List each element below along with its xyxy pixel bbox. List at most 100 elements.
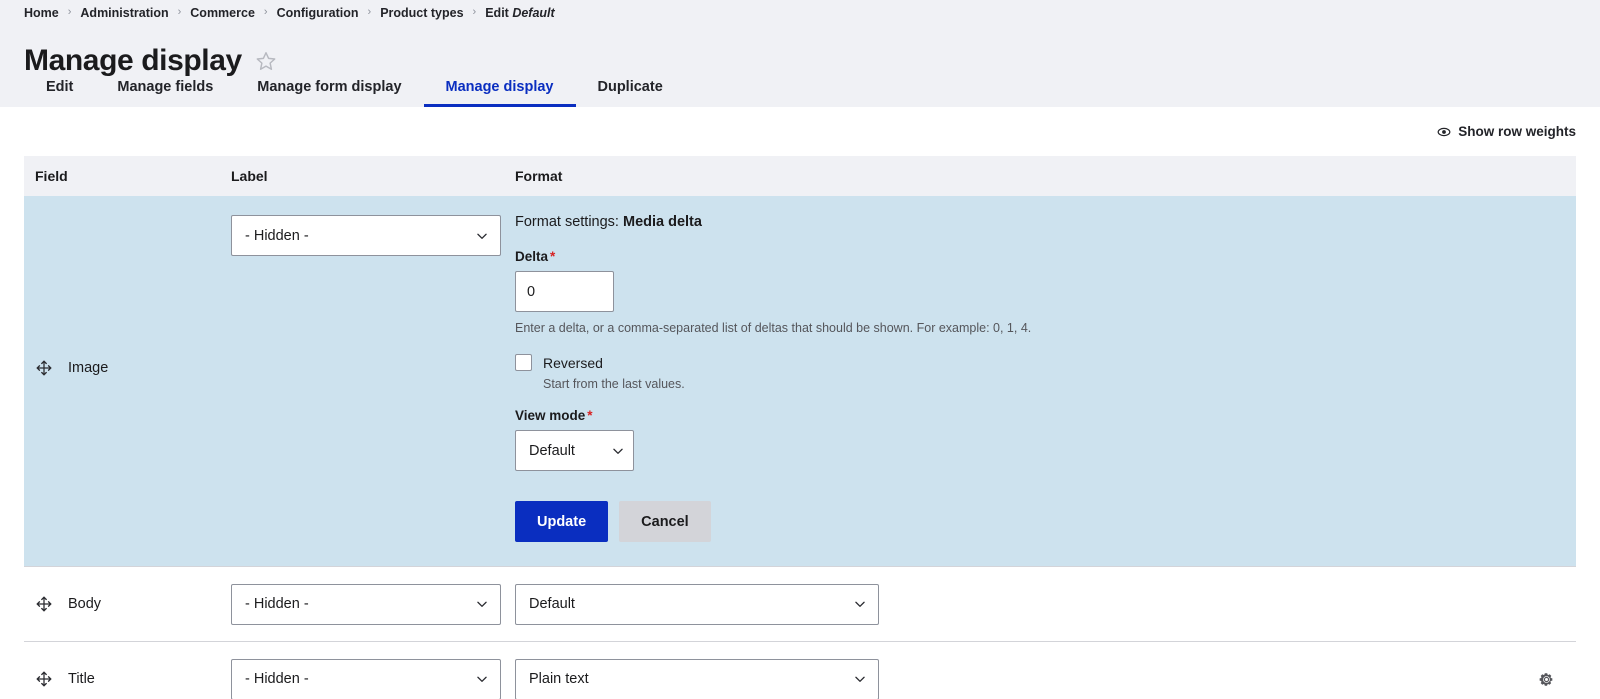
move-icon[interactable]: [35, 670, 53, 688]
field-label-title: Title: [68, 671, 95, 687]
breadcrumb-separator-icon: ›: [177, 6, 182, 18]
primary-tabs: Edit Manage fields Manage form display M…: [0, 64, 1600, 107]
page-header: Home › Administration › Commerce › Confi…: [0, 0, 1600, 107]
reversed-description: Start from the last values.: [543, 377, 685, 391]
chevron-down-icon: [475, 229, 489, 243]
label-select-value-image: - Hidden -: [245, 227, 309, 244]
breadcrumb-separator-icon: ›: [472, 6, 477, 18]
gear-icon[interactable]: [1538, 671, 1555, 688]
format-select-value-title: Plain text: [529, 671, 589, 687]
format-cell-title: Plain text: [515, 641, 1576, 699]
tab-manage-display[interactable]: Manage display: [423, 79, 576, 107]
breadcrumb-item-configuration[interactable]: Configuration: [277, 6, 359, 20]
breadcrumb-separator-icon: ›: [367, 6, 372, 18]
row-weights-toolbar: Show row weights: [24, 107, 1576, 156]
label-select-value-body: - Hidden -: [245, 596, 309, 612]
view-mode-field-label: View mode *: [515, 408, 1576, 423]
column-header-label: Label: [231, 156, 515, 196]
breadcrumb-item-home[interactable]: Home: [24, 6, 59, 20]
field-cell-body: Body: [24, 566, 231, 642]
chevron-down-icon: [475, 597, 489, 611]
update-button[interactable]: Update: [515, 501, 609, 542]
format-settings-button-title[interactable]: [1538, 671, 1576, 688]
reversed-checkbox-label[interactable]: Reversed: [543, 355, 603, 371]
required-marker-icon: *: [587, 408, 593, 423]
tab-manage-form-display[interactable]: Manage form display: [235, 79, 423, 107]
tab-manage-fields[interactable]: Manage fields: [95, 79, 235, 107]
label-select-image[interactable]: - Hidden -: [231, 215, 501, 256]
breadcrumb-edit-emphasis: Default: [512, 6, 555, 20]
table-row-title: Title - Hidden - Plain text: [24, 641, 1576, 699]
field-name-title-wrap: Title: [24, 642, 231, 699]
format-settings-heading-value: Media delta: [622, 214, 702, 230]
breadcrumb-separator-icon: ›: [67, 6, 72, 18]
breadcrumb-separator-icon: ›: [263, 6, 268, 18]
table-row-image: Image - Hidden - Format settings: Media …: [24, 196, 1576, 567]
label-select-body-wrap: - Hidden -: [231, 567, 515, 641]
delta-description: Enter a delta, or a comma-separated list…: [515, 321, 1032, 335]
cancel-button[interactable]: Cancel: [619, 501, 711, 542]
chevron-down-icon: [475, 672, 489, 686]
move-icon[interactable]: [35, 359, 53, 377]
view-mode-block: View mode * Default: [515, 408, 1576, 471]
reversed-checkbox-row: Reversed: [515, 354, 1576, 371]
label-select-body[interactable]: - Hidden -: [231, 583, 501, 625]
label-select-title-wrap: - Hidden -: [231, 642, 515, 699]
breadcrumb-item-edit-default[interactable]: Edit Default: [485, 6, 554, 20]
chevron-down-icon: [611, 444, 625, 458]
show-row-weights-label: Show row weights: [1458, 124, 1576, 139]
show-row-weights-link[interactable]: Show row weights: [1437, 124, 1576, 139]
format-select-value-body: Default: [529, 596, 575, 612]
breadcrumb-item-administration[interactable]: Administration: [80, 6, 168, 20]
label-cell-body: - Hidden -: [231, 566, 515, 642]
format-select-body[interactable]: Default: [515, 583, 879, 625]
main-content: Show row weights Field Label Format Imag…: [0, 107, 1600, 699]
column-header-format: Format: [515, 156, 1576, 196]
format-select-title[interactable]: Plain text: [515, 658, 879, 699]
delta-input[interactable]: [515, 271, 614, 312]
label-cell-title: - Hidden -: [231, 641, 515, 699]
tab-edit[interactable]: Edit: [24, 79, 95, 107]
field-cell-image: Image: [24, 196, 231, 567]
required-marker-icon: *: [550, 249, 556, 264]
view-mode-label-text: View mode: [515, 408, 586, 423]
breadcrumb: Home › Administration › Commerce › Confi…: [0, 0, 1600, 22]
label-cell-image: - Hidden -: [231, 196, 515, 567]
field-label-image: Image: [68, 360, 109, 376]
format-cell-image: Format settings: Media delta Delta* Ente…: [515, 196, 1576, 567]
format-cell-body: Default: [515, 566, 1576, 642]
eye-icon: [1437, 125, 1451, 139]
field-name-body-wrap: Body: [24, 567, 231, 641]
label-select-title[interactable]: - Hidden -: [231, 658, 501, 699]
column-header-field: Field: [24, 156, 231, 196]
breadcrumb-edit-text: Edit: [485, 6, 513, 20]
delta-field-label: Delta *: [515, 249, 1576, 264]
field-name-title: Title: [24, 670, 95, 688]
label-select-value-title: - Hidden -: [245, 671, 309, 687]
chevron-down-icon: [853, 672, 867, 686]
delta-label-text: Delta: [515, 249, 549, 264]
field-cell-title: Title: [24, 641, 231, 699]
manage-display-table: Field Label Format Image - Hidden - Form…: [24, 156, 1576, 699]
breadcrumb-item-commerce[interactable]: Commerce: [190, 6, 255, 20]
field-name-body: Body: [24, 595, 101, 613]
move-icon[interactable]: [35, 595, 53, 613]
format-settings-heading-prefix: Format settings:: [515, 214, 623, 230]
table-row-body: Body - Hidden - Default: [24, 566, 1576, 642]
breadcrumb-item-product-types[interactable]: Product types: [380, 6, 463, 20]
view-mode-select-value: Default: [529, 442, 575, 459]
chevron-down-icon: [853, 597, 867, 611]
format-settings-heading: Format settings: Media delta: [515, 214, 1576, 230]
format-select-title-wrap: Plain text: [515, 642, 1576, 699]
field-name-image: Image: [24, 359, 108, 377]
format-select-body-wrap: Default: [515, 567, 1576, 641]
table-header: Field Label Format: [24, 156, 1576, 196]
format-settings-actions: Update Cancel: [515, 501, 1576, 542]
view-mode-select[interactable]: Default: [515, 430, 634, 471]
field-label-body: Body: [68, 596, 102, 612]
tab-duplicate[interactable]: Duplicate: [576, 79, 685, 107]
reversed-checkbox[interactable]: [515, 354, 532, 371]
table-header-row: Field Label Format: [24, 156, 1576, 196]
format-settings-panel: Format settings: Media delta Delta* Ente…: [515, 196, 1576, 566]
table-body: Image - Hidden - Format settings: Media …: [24, 196, 1576, 699]
